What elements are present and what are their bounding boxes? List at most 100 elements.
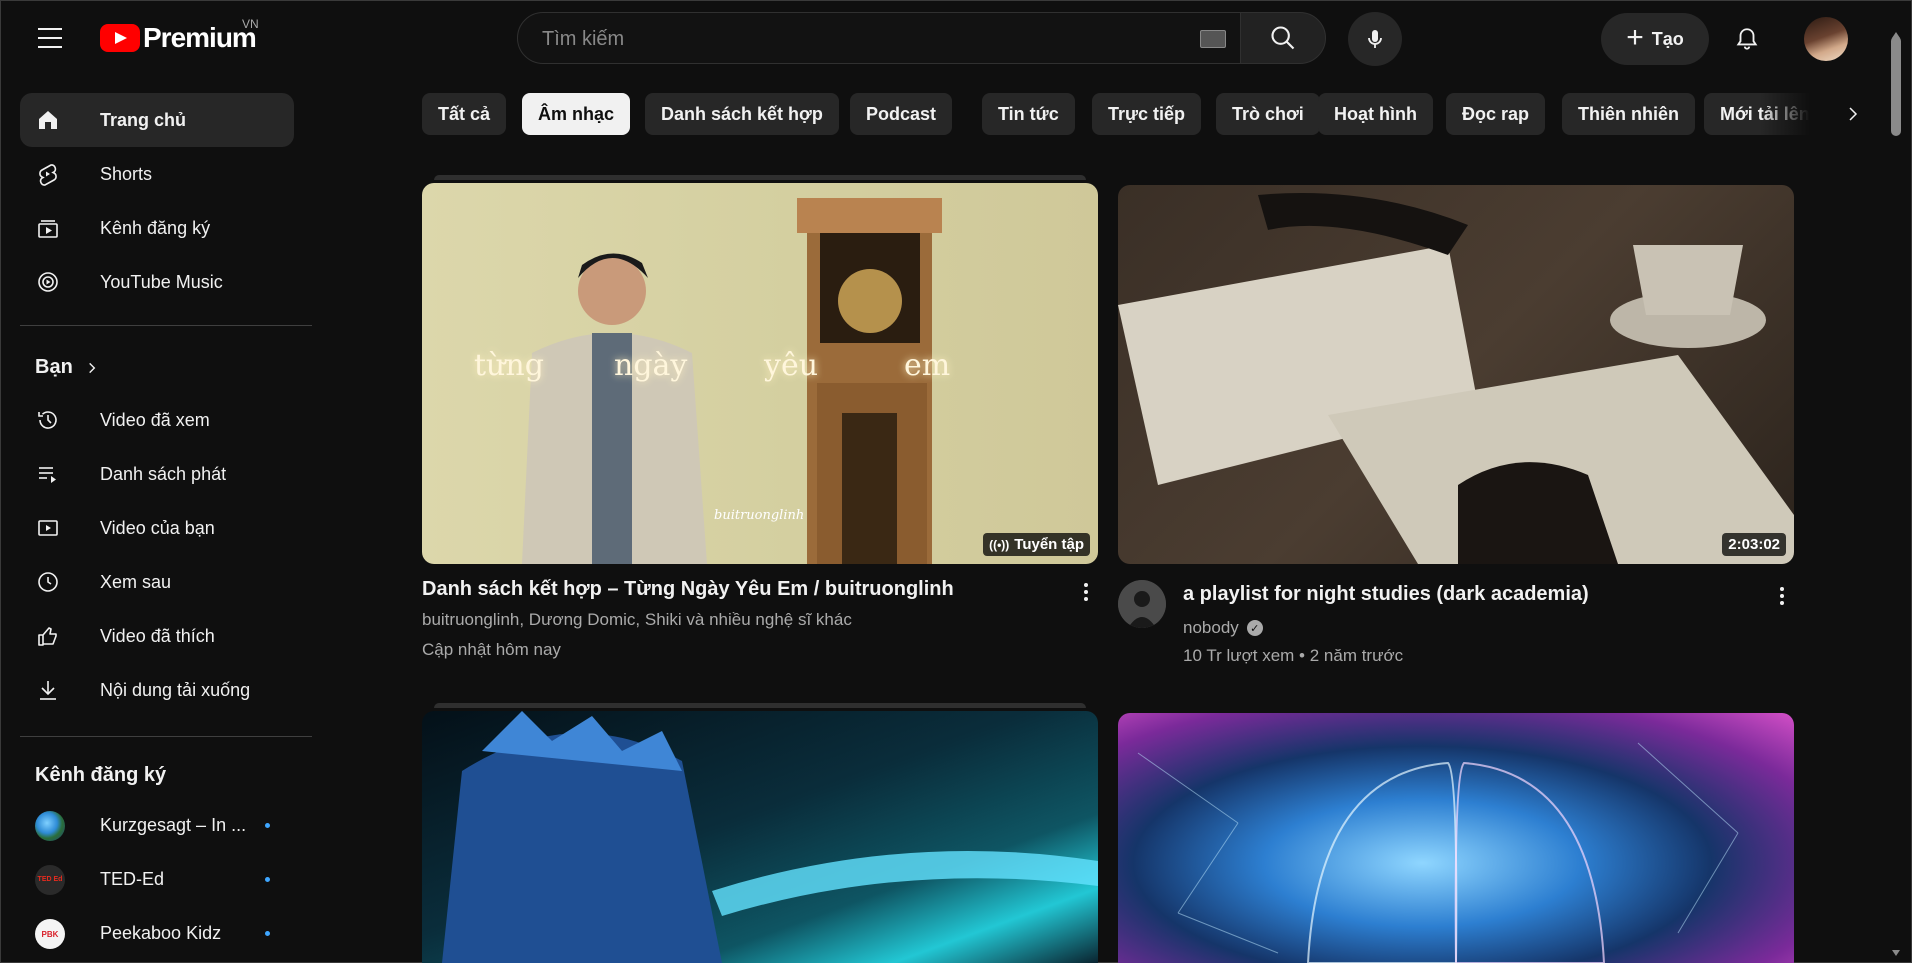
chip-mixes[interactable]: Danh sách kết hợp [645,93,839,135]
video-thumbnail[interactable] [422,711,1098,963]
create-button[interactable]: + Tạo [1601,13,1709,65]
chip-nature[interactable]: Thiên nhiên [1562,93,1695,135]
chip-animation[interactable]: Hoạt hình [1318,93,1433,135]
guide-sidebar: Trang chủ Shorts Kênh đăng ký YouTube Mu… [0,76,312,963]
scroll-down-arrow-icon[interactable] [1892,950,1900,956]
mix-badge: ((•)) Tuyển tập [983,533,1090,556]
overlay-word: yêu [764,348,819,383]
sidebar-item-downloads[interactable]: Nội dung tải xuống [20,663,294,717]
sidebar-item-liked-videos[interactable]: Video đã thích [20,609,294,663]
search-box [517,12,1241,65]
sidebar-item-history[interactable]: Video đã xem [20,393,294,447]
video-stats: 10 Tr lượt xem • 2 năm trước [1183,646,1404,665]
bell-icon [1736,28,1758,50]
sidebar-item-label: YouTube Music [100,271,223,292]
subscription-kurzgesagt[interactable]: Kurzgesagt – In ... [20,798,294,852]
watch-later-icon [36,570,60,594]
video-meta: Cập nhật hôm nay [422,640,561,659]
video-thumbnail[interactable]: 2:03:02 [1118,185,1794,564]
video-thumbnail[interactable] [1118,713,1794,963]
chip-podcast[interactable]: Podcast [850,93,953,135]
mix-badge-label: Tuyển tập [1014,536,1084,553]
sidebar-item-label: Shorts [100,163,153,184]
notifications-button[interactable] [1724,16,1770,62]
duration-badge: 2:03:02 [1722,533,1786,556]
sidebar-item-home[interactable]: Trang chủ [20,93,294,147]
mix-stack-edge [434,703,1086,708]
subscription-ted-ed[interactable]: TED Ed TED-Ed [20,852,294,906]
sidebar-item-label: Video của bạn [100,517,215,538]
keyboard-icon[interactable] [1200,30,1226,48]
sidebar-item-watch-later[interactable]: Xem sau [20,555,294,609]
sidebar-item-youtube-music[interactable]: YouTube Music [20,255,294,309]
sidebar-item-label: Video đã xem [100,409,210,430]
menu-icon[interactable] [30,22,70,54]
divider [20,325,312,326]
subscription-label: TED-Ed [100,868,165,889]
channel-avatar [35,811,65,841]
country-code: VN [242,17,259,31]
shorts-icon [36,162,60,186]
thumbnail-artwork [1137,742,1739,963]
new-content-dot [265,931,270,936]
like-icon [36,624,60,648]
verified-icon: ✓ [1246,620,1263,636]
thumbnail-signature: buitruonglinh [714,508,805,523]
more-actions-icon[interactable] [1074,580,1098,604]
video-meta: buitruonglinh, Dương Domic, Shiki và nhi… [422,610,852,629]
thumbnail-artwork [442,711,1098,963]
plus-icon: + [1626,20,1644,54]
channel-avatar: TED Ed [35,865,65,895]
chip-gaming[interactable]: Trò chơi [1216,93,1320,135]
subscription-label: Peekaboo Kidz [100,922,222,943]
chip-live[interactable]: Trực tiếp [1092,93,1202,135]
voice-search-button[interactable] [1348,12,1402,66]
youtube-play-icon [100,24,140,52]
sidebar-item-label: Trang chủ [100,109,187,130]
masthead: Premium VN + Tạo [0,0,1890,76]
chips-next-button[interactable] [1832,93,1874,135]
channel-line: nobody ✓ [1183,618,1263,638]
more-actions-icon[interactable] [1770,584,1794,608]
user-avatar[interactable] [1804,17,1848,61]
sidebar-item-label: Video đã thích [100,625,215,646]
chip-rap[interactable]: Đọc rap [1446,93,1546,135]
sidebar-item-playlists[interactable]: Danh sách phát [20,447,294,501]
overlay-word: từng [474,348,544,383]
microphone-icon [1368,30,1382,48]
subscription-label: Kurzgesagt – In ... [100,814,247,835]
subscriptions-section-header: Kênh đăng ký [35,764,166,787]
sidebar-item-subscriptions[interactable]: Kênh đăng ký [20,201,294,255]
divider [20,736,312,737]
channel-avatar: PBK [35,919,65,949]
video-title[interactable]: Danh sách kết hợp – Từng Ngày Yêu Em / b… [422,578,954,601]
chevron-right-icon [1849,107,1858,121]
you-section-header[interactable]: Bạn [35,356,99,379]
history-icon [36,408,60,432]
create-label: Tạo [1651,28,1684,49]
channel-avatar[interactable] [1118,580,1166,628]
sidebar-item-your-videos[interactable]: Video của bạn [20,501,294,555]
chip-all[interactable]: Tất cả [422,93,507,135]
page-scrollbar[interactable] [1888,32,1904,956]
search-button[interactable] [1240,12,1326,64]
youtube-premium-logo[interactable]: Premium [100,22,257,54]
chevron-right-icon [88,362,96,373]
chip-news[interactable]: Tin tức [982,93,1075,135]
sidebar-item-label: Xem sau [100,571,172,592]
video-title[interactable]: a playlist for night studies (dark acade… [1183,583,1589,606]
chip-music[interactable]: Âm nhạc [522,93,631,135]
video-thumbnail[interactable]: từng ngày yêu em buitruonglinh ((•)) Tuy… [422,183,1098,564]
channel-name[interactable]: nobody [1183,618,1239,638]
download-icon [36,678,60,702]
home-icon [36,108,60,132]
subscription-peekaboo-kidz[interactable]: PBK Peekaboo Kidz [20,906,294,960]
sidebar-item-label: Kênh đăng ký [100,217,211,238]
subscriptions-icon [36,216,60,240]
you-section-label: Bạn [35,356,73,378]
search-input[interactable] [540,13,1184,65]
scrollbar-thumb[interactable] [1891,36,1901,136]
playlists-icon [36,462,60,486]
sidebar-item-shorts[interactable]: Shorts [20,147,294,201]
broadcast-icon: ((•)) [989,537,1010,552]
